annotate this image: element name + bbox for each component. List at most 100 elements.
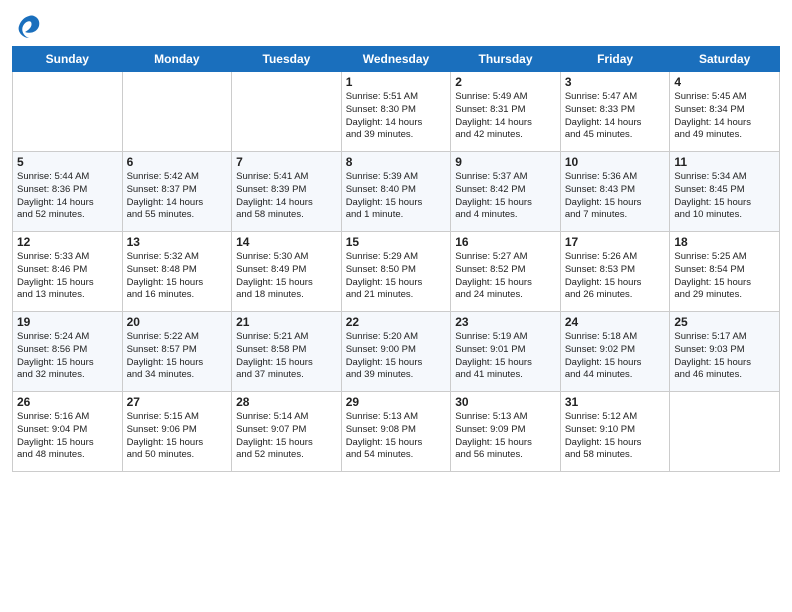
day-number: 16 (455, 235, 556, 249)
day-number: 23 (455, 315, 556, 329)
day-number: 28 (236, 395, 337, 409)
calendar-table: SundayMondayTuesdayWednesdayThursdayFrid… (12, 46, 780, 472)
logo-icon (15, 12, 43, 40)
calendar-cell: 26 Sunrise: 5:16 AMSunset: 9:04 PMDayligh… (13, 392, 123, 472)
cell-info: Sunrise: 5:51 AMSunset: 8:30 PMDaylight:… (346, 91, 447, 142)
day-number: 11 (674, 155, 775, 169)
week-row-5: 26 Sunrise: 5:16 AMSunset: 9:04 PMDayligh… (13, 392, 780, 472)
cell-info: Sunrise: 5:17 AMSunset: 9:03 PMDaylight:… (674, 331, 775, 382)
calendar-cell: 7Sunrise: 5:41 AMSunset: 8:39 PMDaylight… (232, 152, 342, 232)
week-row-3: 12 Sunrise: 5:33 AMSunset: 8:46 PMDayligh… (13, 232, 780, 312)
calendar-cell: 19 Sunrise: 5:24 AMSunset: 8:56 PMDayligh… (13, 312, 123, 392)
day-number: 19 (17, 315, 118, 329)
calendar-cell: 31 Sunrise: 5:12 AMSunset: 9:10 PMDayligh… (560, 392, 670, 472)
cell-info: Sunrise: 5:21 AMSunset: 8:58 PMDaylight:… (236, 331, 337, 382)
cell-info: Sunrise: 5:47 AMSunset: 8:33 PMDaylight:… (565, 91, 666, 142)
calendar-cell: 20Sunrise: 5:22 AMSunset: 8:57 PMDayligh… (122, 312, 232, 392)
day-number: 13 (127, 235, 228, 249)
week-row-4: 19 Sunrise: 5:24 AMSunset: 8:56 PMDayligh… (13, 312, 780, 392)
cell-info: Sunrise: 5:34 AMSunset: 8:45 PMDaylight:… (674, 171, 775, 222)
cell-info: Sunrise: 5:24 AMSunset: 8:56 PMDaylight:… (17, 331, 118, 382)
cell-info: Sunrise: 5:29 AMSunset: 8:50 PMDaylight:… (346, 251, 447, 302)
calendar-container: SundayMondayTuesdayWednesdayThursdayFrid… (0, 0, 792, 484)
week-row-1: 1 Sunrise: 5:51 AMSunset: 8:30 PMDaylight… (13, 72, 780, 152)
calendar-cell: 14 Sunrise: 5:30 AMSunset: 8:49 PMDayligh… (232, 232, 342, 312)
day-header-wednesday: Wednesday (341, 47, 451, 72)
day-number: 10 (565, 155, 666, 169)
day-number: 25 (674, 315, 775, 329)
calendar-cell: 16 Sunrise: 5:27 AMSunset: 8:52 PMDayligh… (451, 232, 561, 312)
day-number: 8 (346, 155, 447, 169)
calendar-cell: 10 Sunrise: 5:36 AMSunset: 8:43 PMDayligh… (560, 152, 670, 232)
calendar-cell: 2 Sunrise: 5:49 AMSunset: 8:31 PMDaylight… (451, 72, 561, 152)
day-number: 29 (346, 395, 447, 409)
day-number: 30 (455, 395, 556, 409)
calendar-cell: 11 Sunrise: 5:34 AMSunset: 8:45 PMDayligh… (670, 152, 780, 232)
calendar-cell: 18 Sunrise: 5:25 AMSunset: 8:54 PMDayligh… (670, 232, 780, 312)
calendar-cell: 6 Sunrise: 5:42 AMSunset: 8:37 PMDaylight… (122, 152, 232, 232)
calendar-cell: 17Sunrise: 5:26 AMSunset: 8:53 PMDayligh… (560, 232, 670, 312)
calendar-cell: 15 Sunrise: 5:29 AMSunset: 8:50 PMDayligh… (341, 232, 451, 312)
cell-info: Sunrise: 5:19 AMSunset: 9:01 PMDaylight:… (455, 331, 556, 382)
cell-info: Sunrise: 5:39 AMSunset: 8:40 PMDaylight:… (346, 171, 447, 222)
cell-info: Sunrise: 5:20 AMSunset: 9:00 PMDaylight:… (346, 331, 447, 382)
day-number: 6 (127, 155, 228, 169)
cell-info: Sunrise: 5:33 AMSunset: 8:46 PMDaylight:… (17, 251, 118, 302)
cell-info: Sunrise: 5:49 AMSunset: 8:31 PMDaylight:… (455, 91, 556, 142)
cell-info: Sunrise: 5:44 AMSunset: 8:36 PMDaylight:… (17, 171, 118, 222)
cell-info: Sunrise: 5:14 AMSunset: 9:07 PMDaylight:… (236, 411, 337, 462)
cell-info: Sunrise: 5:13 AMSunset: 9:08 PMDaylight:… (346, 411, 447, 462)
day-number: 22 (346, 315, 447, 329)
calendar-cell: 21Sunrise: 5:21 AMSunset: 8:58 PMDayligh… (232, 312, 342, 392)
cell-info: Sunrise: 5:22 AMSunset: 8:57 PMDaylight:… (127, 331, 228, 382)
cell-info: Sunrise: 5:13 AMSunset: 9:09 PMDaylight:… (455, 411, 556, 462)
calendar-cell: 8 Sunrise: 5:39 AMSunset: 8:40 PMDaylight… (341, 152, 451, 232)
day-header-tuesday: Tuesday (232, 47, 342, 72)
cell-info: Sunrise: 5:16 AMSunset: 9:04 PMDaylight:… (17, 411, 118, 462)
calendar-cell: 25 Sunrise: 5:17 AMSunset: 9:03 PMDayligh… (670, 312, 780, 392)
cell-info: Sunrise: 5:30 AMSunset: 8:49 PMDaylight:… (236, 251, 337, 302)
calendar-cell: 1 Sunrise: 5:51 AMSunset: 8:30 PMDaylight… (341, 72, 451, 152)
cell-info: Sunrise: 5:37 AMSunset: 8:42 PMDaylight:… (455, 171, 556, 222)
day-number: 24 (565, 315, 666, 329)
calendar-cell: 3 Sunrise: 5:47 AMSunset: 8:33 PMDaylight… (560, 72, 670, 152)
day-header-saturday: Saturday (670, 47, 780, 72)
week-row-2: 5Sunrise: 5:44 AMSunset: 8:36 PMDaylight… (13, 152, 780, 232)
calendar-cell: 13 Sunrise: 5:32 AMSunset: 8:48 PMDayligh… (122, 232, 232, 312)
calendar-cell: 4 Sunrise: 5:45 AMSunset: 8:34 PMDaylight… (670, 72, 780, 152)
cell-info: Sunrise: 5:25 AMSunset: 8:54 PMDaylight:… (674, 251, 775, 302)
cell-info: Sunrise: 5:41 AMSunset: 8:39 PMDaylight:… (236, 171, 337, 222)
day-number: 12 (17, 235, 118, 249)
day-number: 17 (565, 235, 666, 249)
day-number: 27 (127, 395, 228, 409)
header (12, 10, 780, 40)
cell-info: Sunrise: 5:45 AMSunset: 8:34 PMDaylight:… (674, 91, 775, 142)
calendar-cell (232, 72, 342, 152)
day-number: 18 (674, 235, 775, 249)
day-number: 14 (236, 235, 337, 249)
cell-info: Sunrise: 5:32 AMSunset: 8:48 PMDaylight:… (127, 251, 228, 302)
calendar-cell: 5Sunrise: 5:44 AMSunset: 8:36 PMDaylight… (13, 152, 123, 232)
cell-info: Sunrise: 5:27 AMSunset: 8:52 PMDaylight:… (455, 251, 556, 302)
calendar-cell: 28 Sunrise: 5:14 AMSunset: 9:07 PMDayligh… (232, 392, 342, 472)
calendar-cell: 30 Sunrise: 5:13 AMSunset: 9:09 PMDayligh… (451, 392, 561, 472)
day-number: 1 (346, 75, 447, 89)
day-number: 26 (17, 395, 118, 409)
day-number: 3 (565, 75, 666, 89)
calendar-cell: 22 Sunrise: 5:20 AMSunset: 9:00 PMDayligh… (341, 312, 451, 392)
calendar-cell: 9Sunrise: 5:37 AMSunset: 8:42 PMDaylight… (451, 152, 561, 232)
day-header-thursday: Thursday (451, 47, 561, 72)
day-header-friday: Friday (560, 47, 670, 72)
cell-info: Sunrise: 5:18 AMSunset: 9:02 PMDaylight:… (565, 331, 666, 382)
day-number: 15 (346, 235, 447, 249)
cell-info: Sunrise: 5:36 AMSunset: 8:43 PMDaylight:… (565, 171, 666, 222)
day-number: 2 (455, 75, 556, 89)
day-number: 31 (565, 395, 666, 409)
day-number: 4 (674, 75, 775, 89)
cell-info: Sunrise: 5:42 AMSunset: 8:37 PMDaylight:… (127, 171, 228, 222)
calendar-cell: 23 Sunrise: 5:19 AMSunset: 9:01 PMDayligh… (451, 312, 561, 392)
calendar-cell: 29 Sunrise: 5:13 AMSunset: 9:08 PMDayligh… (341, 392, 451, 472)
calendar-cell (670, 392, 780, 472)
header-row: SundayMondayTuesdayWednesdayThursdayFrid… (13, 47, 780, 72)
cell-info: Sunrise: 5:12 AMSunset: 9:10 PMDaylight:… (565, 411, 666, 462)
